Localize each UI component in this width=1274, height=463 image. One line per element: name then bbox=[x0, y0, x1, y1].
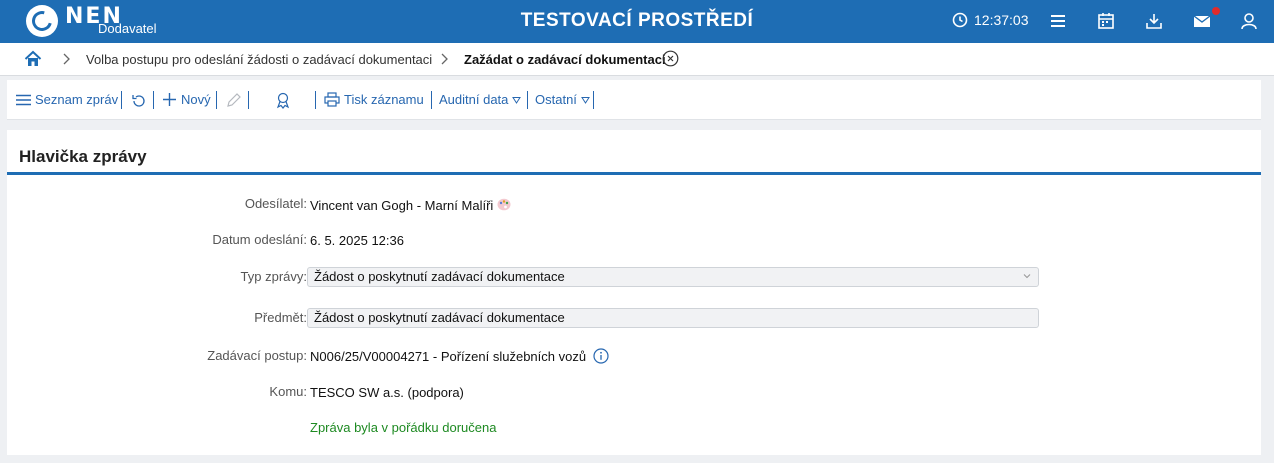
toolbar-divider bbox=[431, 91, 432, 109]
procedure-value[interactable]: N006/25/V00004271 - Pořízení služebních … bbox=[310, 349, 586, 364]
toolbar-divider bbox=[315, 91, 316, 109]
breadcrumb-item-current: Zažádat o zadávací dokumentaci bbox=[464, 52, 666, 67]
new-label: Nový bbox=[181, 92, 211, 107]
breadcrumb-item-procedure-choice[interactable]: Volba postupu pro odeslání žádosti o zad… bbox=[86, 52, 432, 67]
breadcrumb: Volba postupu pro odeslání žádosti o zad… bbox=[0, 43, 1274, 76]
top-bar: NEN Dodavatel TESTOVACÍ PROSTŘEDÍ 12:37:… bbox=[0, 0, 1274, 43]
toolbar-divider bbox=[153, 91, 154, 109]
list-icon bbox=[16, 94, 31, 105]
plus-icon bbox=[163, 93, 176, 106]
calendar-icon[interactable] bbox=[1096, 11, 1116, 31]
message-type-value: Žádost o poskytnutí zadávací dokumentace bbox=[314, 269, 565, 284]
message-list-label: Seznam zpráv bbox=[35, 92, 119, 107]
new-button[interactable]: Nový bbox=[163, 92, 211, 107]
toolbar-divider bbox=[593, 91, 594, 109]
pencil-icon bbox=[227, 93, 241, 107]
print-record-button[interactable]: Tisk záznamu bbox=[324, 92, 424, 107]
delivery-status-message: Zpráva byla v pořádku doručena bbox=[310, 420, 497, 435]
mail-icon[interactable] bbox=[1192, 11, 1212, 31]
toolbar-divider bbox=[121, 91, 122, 109]
sender-label: Odesílatel: bbox=[244, 196, 307, 211]
refresh-icon[interactable] bbox=[131, 93, 147, 109]
clock-time: 12:37:03 bbox=[974, 12, 1029, 28]
recipient-label: Komu: bbox=[269, 384, 307, 399]
menu-icon[interactable] bbox=[1048, 11, 1068, 31]
section-title: Hlavička zprávy bbox=[19, 147, 147, 166]
subject-label: Předmět: bbox=[254, 310, 307, 325]
procedure-label: Zadávací postup: bbox=[207, 348, 307, 363]
toolbar-divider bbox=[527, 91, 528, 109]
sent-date-value: 6. 5. 2025 12:36 bbox=[310, 233, 404, 248]
message-list-button[interactable]: Seznam zpráv bbox=[16, 92, 118, 107]
subject-field[interactable]: Žádost o poskytnutí zadávací dokumentace bbox=[307, 308, 1039, 328]
close-icon[interactable] bbox=[662, 50, 679, 67]
chevron-down-icon bbox=[1023, 274, 1031, 279]
session-clock: 12:37:03 bbox=[952, 12, 1029, 28]
palette-icon bbox=[497, 198, 511, 211]
environment-title: TESTOVACÍ PROSTŘEDÍ bbox=[520, 10, 754, 31]
info-icon[interactable] bbox=[593, 348, 609, 364]
chevron-right-icon bbox=[441, 53, 448, 65]
clock-icon bbox=[952, 12, 968, 28]
user-icon[interactable] bbox=[1239, 11, 1259, 31]
triangle-down-icon bbox=[512, 96, 522, 104]
triangle-down-icon bbox=[581, 96, 590, 104]
toolbar: Seznam zpráv Nový Tisk záznamu Auditní d… bbox=[7, 80, 1261, 120]
other-dropdown[interactable]: Ostatní bbox=[535, 92, 590, 107]
recipient-value: TESCO SW a.s. (podpora) bbox=[310, 385, 464, 400]
download-icon[interactable] bbox=[1144, 11, 1164, 31]
section-divider bbox=[7, 172, 1261, 175]
message-header-card: Hlavička zprávy Odesílatel: Vincent van … bbox=[7, 130, 1261, 455]
printer-icon bbox=[324, 92, 340, 107]
audit-data-label: Auditní data bbox=[439, 92, 509, 107]
sender-value: Vincent van Gogh - Marní Malíři bbox=[310, 198, 494, 213]
sent-date-label: Datum odeslání: bbox=[212, 232, 307, 247]
chevron-right-icon bbox=[63, 53, 70, 65]
message-type-select[interactable]: Žádost o poskytnutí zadávací dokumentace bbox=[307, 267, 1039, 287]
audit-data-dropdown[interactable]: Auditní data bbox=[439, 92, 522, 107]
award-icon[interactable] bbox=[275, 92, 291, 109]
print-record-label: Tisk záznamu bbox=[344, 92, 424, 107]
other-label: Ostatní bbox=[535, 92, 577, 107]
toolbar-divider bbox=[216, 91, 217, 109]
message-type-label: Typ zprávy: bbox=[240, 269, 307, 284]
home-icon[interactable] bbox=[24, 50, 42, 68]
subject-value: Žádost o poskytnutí zadávací dokumentace bbox=[314, 310, 565, 325]
toolbar-divider bbox=[248, 91, 249, 109]
notification-badge bbox=[1212, 7, 1220, 15]
